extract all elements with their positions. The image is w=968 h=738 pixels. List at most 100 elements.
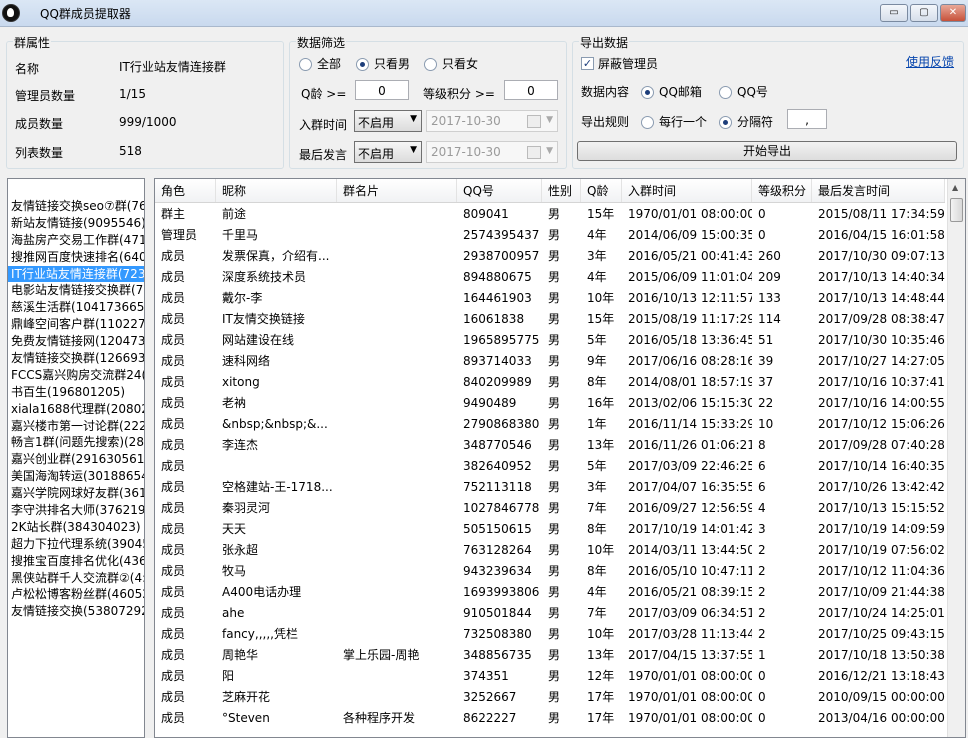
list-item[interactable]: 黑侠站群千人交流群②(4: <box>8 570 144 587</box>
gender-all-radio[interactable] <box>299 58 312 71</box>
list-item[interactable]: 鼎峰空间客户群(1102276 <box>8 316 144 333</box>
rule-separator-label[interactable]: 分隔符 <box>737 113 773 130</box>
column-header[interactable]: Q龄 <box>581 179 622 202</box>
list-item[interactable]: 搜推宝百度排名优化(436 <box>8 553 144 570</box>
table-row[interactable]: 成员 深度系统技术员 894880675 男 4年 2015/06/09 11:01:04… <box>155 267 945 288</box>
column-header[interactable]: 等级积分 <box>752 179 812 202</box>
list-item[interactable]: 畅言1群(问题先搜索)(286 <box>8 434 144 451</box>
column-header[interactable]: 群名片 <box>337 179 457 202</box>
content-email-label[interactable]: QQ邮箱 <box>659 83 702 100</box>
table-row[interactable]: 管理员 千里马 2574395437 男 4年 2014/06/09 15:00:35 0 2… <box>155 225 945 246</box>
list-item[interactable]: 友情链接交换seo⑦群(76 <box>8 198 144 215</box>
table-row[interactable]: 成员 速科网络 893714033 男 9年 2017/06/16 08:28:16 39 2… <box>155 351 945 372</box>
list-item[interactable]: 嘉兴创业群(291630561) <box>8 451 144 468</box>
feedback-link[interactable]: 使用反馈 <box>906 53 954 70</box>
column-header[interactable]: 性别 <box>542 179 581 202</box>
list-item[interactable]: 李守洪排名大师(3762193 <box>8 502 144 519</box>
list-item[interactable]: 友情链接交换群(126693: <box>8 350 144 367</box>
content-qq-radio[interactable] <box>719 86 732 99</box>
table-row[interactable]: 成员 fancy,,,,,凭栏 732508380 男 10年 2017/03/28 11… <box>155 624 945 645</box>
table-cell: 深度系统技术员 <box>222 270 307 284</box>
column-header[interactable]: 最后发言时间 <box>812 179 945 202</box>
rule-line-label[interactable]: 每行一个 <box>659 113 707 130</box>
table-row[interactable]: 成员 网站建设在线 1965895775 男 5年 2016/05/18 13:36:45… <box>155 330 945 351</box>
column-header[interactable]: 入群时间 <box>622 179 752 202</box>
rule-separator-radio[interactable] <box>719 116 732 129</box>
table-row[interactable]: 成员 空格建站-王-1718... 752113118 男 3年 2017/04/07 1… <box>155 477 945 498</box>
scrollbar-thumb[interactable] <box>950 198 963 222</box>
table-row[interactable]: 成员 老衲 9490489 男 16年 2013/02/06 15:15:30 22 2017… <box>155 393 945 414</box>
table-row[interactable]: 成员 秦羽灵河 1027846778 男 7年 2016/09/27 12:56:59 4 2… <box>155 498 945 519</box>
table-row[interactable]: 成员 阳 374351 男 12年 1970/01/01 08:00:00 0 2016/12… <box>155 666 945 687</box>
list-item[interactable]: 2K站长群(384304023) <box>8 519 144 536</box>
last-speak-date-picker[interactable]: 2017-10-30 ▼ <box>426 141 558 163</box>
list-item[interactable]: 友情链接交换(53807292 <box>8 603 144 620</box>
content-qq-label[interactable]: QQ号 <box>737 83 768 100</box>
table-row[interactable]: 成员 天天 505150615 男 8年 2017/10/19 14:01:42 3 2017… <box>155 519 945 540</box>
last-speak-mode-select[interactable]: 不启用 ▼ <box>354 141 422 163</box>
list-item[interactable]: IT行业站友情连接群(723 <box>8 265 144 283</box>
gender-female-label[interactable]: 只看女 <box>442 55 478 72</box>
scroll-up-icon[interactable]: ▲ <box>952 183 958 192</box>
table-cell: 男 <box>548 564 561 578</box>
table-row[interactable]: 成员 周艳华 掌上乐园-周艳 348856735 男 13年 2017/04/15 13:3… <box>155 645 945 666</box>
table-row[interactable]: 成员 382640952 男 5年 2017/03/09 22:46:25 6 2017/1… <box>155 456 945 477</box>
list-item[interactable]: 新站友情链接(9095546) <box>8 215 144 232</box>
table-cell: 男 <box>548 522 561 536</box>
list-item[interactable]: FCCS嘉兴购房交流群24( <box>8 367 144 384</box>
join-date-picker[interactable]: 2017-10-30 ▼ <box>426 110 558 132</box>
table-cell: 114 <box>758 312 781 326</box>
table-row[interactable]: 成员 IT友情交换链接 16061838 男 15年 2015/08/19 11:17:2… <box>155 309 945 330</box>
gender-male-radio[interactable] <box>356 58 369 71</box>
table-row[interactable]: 成员 发票保真，介绍有... 2938700957 男 3年 2016/05/21 00:… <box>155 246 945 267</box>
table-row[interactable]: 成员 牧马 943239634 男 8年 2016/05/10 10:47:11 2 2017… <box>155 561 945 582</box>
list-item[interactable]: 超力下拉代理系统(39045 <box>8 536 144 553</box>
table-row[interactable]: 成员 &nbsp;&nbsp;&... 2790868380 男 1年 2016/11/1… <box>155 414 945 435</box>
join-time-mode-select[interactable]: 不启用 ▼ <box>354 110 422 132</box>
start-export-button[interactable]: 开始导出 <box>577 141 957 161</box>
hide-admin-checkbox[interactable]: ✓ <box>581 57 594 70</box>
list-item[interactable]: 嘉兴学院网球好友群(361 <box>8 485 144 502</box>
list-item[interactable]: 美国海淘转运(30188654 <box>8 468 144 485</box>
table-row[interactable]: 成员 xitong 840209989 男 8年 2014/08/01 18:57:19 3… <box>155 372 945 393</box>
content-email-radio[interactable] <box>641 86 654 99</box>
table-row[interactable]: 成员 ahe 910501844 男 7年 2017/03/09 06:34:51 2 201… <box>155 603 945 624</box>
column-header[interactable]: 昵称 <box>216 179 337 202</box>
qage-input[interactable]: 0 <box>355 80 409 100</box>
table-cell: 2015/06/09 11:01:04 <box>628 270 752 284</box>
column-header[interactable]: 角色 <box>155 179 216 202</box>
list-item[interactable]: 卢松松博客粉丝群(46052 <box>8 586 144 603</box>
group-list[interactable]: 友情链接交换seo⑦群(76 新站友情链接(9095546) 海盐房产交易工作群(4… <box>7 178 145 738</box>
close-button[interactable]: ✕ <box>940 4 966 22</box>
maximize-button[interactable]: ▢ <box>910 4 938 22</box>
gender-all-label[interactable]: 全部 <box>317 55 341 72</box>
table-row[interactable]: 成员 张永超 763128264 男 10年 2014/03/11 13:44:50 2 20… <box>155 540 945 561</box>
table-row[interactable]: 成员 李连杰 348770546 男 13年 2016/11/26 01:06:21 8 20… <box>155 435 945 456</box>
table-row[interactable]: 群主 前途 809041 男 15年 1970/01/01 08:00:00 0 2015/0… <box>155 204 945 225</box>
separator-input[interactable]: , <box>787 109 827 129</box>
list-item[interactable]: 嘉兴楼市第一讨论群(222 <box>8 418 144 435</box>
rule-line-radio[interactable] <box>641 116 654 129</box>
level-input[interactable]: 0 <box>504 80 558 100</box>
table-row[interactable]: 成员 A400电话办理 1693993806 男 4年 2016/05/21 08:39:… <box>155 582 945 603</box>
list-item[interactable]: 书百生(196801205) <box>8 384 144 401</box>
list-item[interactable]: 慈溪生活群(104173665) <box>8 299 144 316</box>
hide-admin-label[interactable]: 屏蔽管理员 <box>598 55 658 72</box>
vertical-scrollbar[interactable]: ▲ <box>947 179 965 737</box>
member-table[interactable]: 角色 昵称 群名片 QQ号 性别 Q龄 入群时间 等级积分 最后发言时间 群主 前途 809041 男… <box>154 178 966 738</box>
table-cell: 成员 <box>161 690 186 704</box>
column-header[interactable]: QQ号 <box>457 179 542 202</box>
table-cell: 8年 <box>587 375 607 389</box>
list-item[interactable]: 搜推网百度快速排名(640 <box>8 249 144 266</box>
list-item[interactable]: 海盐房产交易工作群(471 <box>8 232 144 249</box>
table-row[interactable]: 成员 戴尔-李 164461903 男 10年 2016/10/13 12:11:57 13… <box>155 288 945 309</box>
list-item[interactable]: 免费友情链接网(1204733 <box>8 333 144 350</box>
gender-male-label[interactable]: 只看男 <box>374 55 410 72</box>
table-row[interactable]: 成员 °Steven 各种程序开发 8622227 男 17年 1970/01/01 08:… <box>155 708 945 729</box>
table-cell: 男 <box>548 396 561 410</box>
minimize-button[interactable]: ▭ <box>880 4 908 22</box>
list-item[interactable]: xiala1688代理群(208021 <box>8 401 144 418</box>
gender-female-radio[interactable] <box>424 58 437 71</box>
list-item[interactable]: 电影站友情链接交换群(7: <box>8 282 144 299</box>
table-row[interactable]: 成员 芝麻开花 3252667 男 17年 1970/01/01 08:00:00 0 201… <box>155 687 945 708</box>
